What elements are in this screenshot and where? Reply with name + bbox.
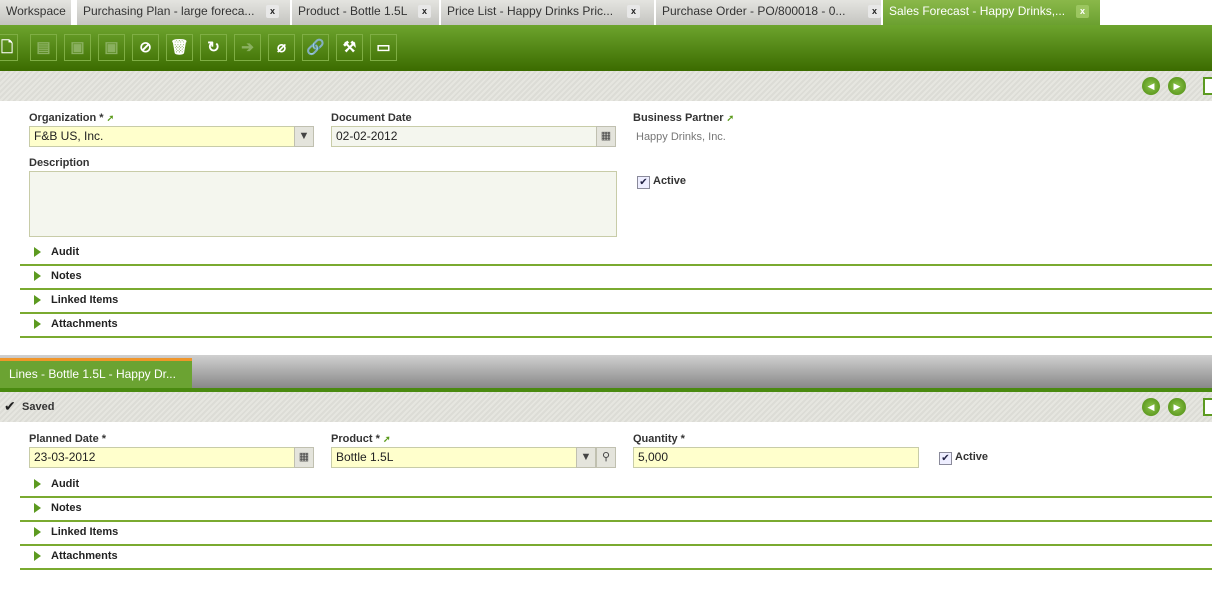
lines-status-bar: ✔ Saved ◀ ▶ [0,392,1212,422]
link-icon: ➚ [726,113,735,123]
close-icon[interactable]: x [418,5,431,18]
layout-icon[interactable]: ▭ [370,34,397,61]
organization-field[interactable]: F&B US, Inc. [29,126,295,147]
tab-label: Purchasing Plan - large foreca... [83,4,255,18]
product-field[interactable]: Bottle 1.5L [331,447,577,468]
section-notes[interactable]: Notes [20,498,1212,522]
tab-label: Sales Forecast - Happy Drinks,... [889,4,1066,18]
settings-icon[interactable]: ⚒ [336,34,363,61]
close-icon[interactable]: x [1076,5,1089,18]
tab-lines[interactable]: Lines - Bottle 1.5L - Happy Dr... [0,358,192,388]
expand-icon [34,247,41,257]
business-partner-label: Business Partner ➚ [633,112,735,124]
tab-sales-forecast[interactable]: Sales Forecast - Happy Drinks,... x [883,0,1101,25]
expand-icon [34,527,41,537]
active-label: Active [653,175,687,187]
child-tab-bar: Lines - Bottle 1.5L - Happy Dr... [0,355,1212,388]
save-icon[interactable]: ▣ [64,34,91,61]
save-close-icon[interactable]: ▣ [98,34,125,61]
previous-record-icon[interactable]: ◀ [1142,77,1160,95]
section-audit[interactable]: Audit [20,474,1212,498]
active-checkbox[interactable]: ✔ [939,452,952,465]
organization-label: Organization * ➚ [29,112,115,124]
link-icon: ➚ [382,434,391,444]
section-linked-items[interactable]: Linked Items [20,522,1212,546]
description-field[interactable] [29,171,617,237]
section-notes[interactable]: Notes [20,266,1212,290]
quantity-label: Quantity * [633,433,685,445]
section-linked-items[interactable]: Linked Items [20,290,1212,314]
tab-purchasing-plan[interactable]: Purchasing Plan - large foreca... x [77,0,291,25]
expand-icon [34,319,41,329]
calendar-icon[interactable]: ▦ [596,126,616,147]
expand-icon [34,551,41,561]
next-record-icon[interactable]: ▶ [1168,77,1186,95]
maximize-icon[interactable] [1203,77,1212,95]
expand-icon [34,479,41,489]
link-icon[interactable]: 🔗 [302,34,329,61]
business-partner-value: Happy Drinks, Inc. [636,131,726,143]
export-icon[interactable]: ➔ [234,34,261,61]
new-row-icon[interactable]: ▤ [30,34,57,61]
attachment-icon[interactable]: ⌀ [268,34,295,61]
document-date-field[interactable]: 02-02-2012 [331,126,597,147]
tab-bar: Workspace Purchasing Plan - large foreca… [0,0,1212,25]
section-attachments[interactable]: Attachments [20,546,1212,570]
undo-icon[interactable]: ⊘ [132,34,159,61]
tab-label: Price List - Happy Drinks Pric... [447,4,614,18]
saved-status: Saved [22,401,55,413]
expand-icon [34,271,41,281]
product-label: Product * ➚ [331,433,391,445]
quantity-field[interactable]: 5,000 [633,447,919,468]
dropdown-chevron-icon[interactable]: ▼ [294,126,314,147]
link-icon: ➚ [106,113,115,123]
next-record-icon[interactable]: ▶ [1168,398,1186,416]
expand-icon [34,295,41,305]
checkmark-icon: ✔ [4,398,16,414]
tab-workspace[interactable]: Workspace [0,0,72,25]
planned-date-field[interactable]: 23-03-2012 [29,447,295,468]
previous-record-icon[interactable]: ◀ [1142,398,1160,416]
description-label: Description [29,157,90,169]
toolbar: 🗋 ▤ ▣ ▣ ⊘ 🗑 ↻ ➔ ⌀ 🔗 ⚒ ▭ [0,25,1212,71]
tab-product[interactable]: Product - Bottle 1.5L x [292,0,440,25]
active-label: Active [955,451,989,463]
refresh-icon[interactable]: ↻ [200,34,227,61]
expand-icon [34,503,41,513]
delete-icon[interactable]: 🗑 [166,34,193,61]
close-icon[interactable]: x [266,5,279,18]
active-checkbox[interactable]: ✔ [637,176,650,189]
calendar-icon[interactable]: ▦ [294,447,314,468]
section-audit[interactable]: Audit [20,242,1212,266]
close-icon[interactable]: x [868,5,881,18]
section-attachments[interactable]: Attachments [20,314,1212,338]
tab-label: Product - Bottle 1.5L [298,4,408,18]
close-icon[interactable]: x [627,5,640,18]
tab-label: Workspace [6,4,66,18]
document-date-label: Document Date [331,112,412,124]
maximize-icon[interactable] [1203,398,1212,416]
planned-date-label: Planned Date * [29,433,107,445]
new-document-icon[interactable]: 🗋 [0,34,18,61]
tab-purchase-order[interactable]: Purchase Order - PO/800018 - 0... x [656,0,882,25]
search-icon[interactable]: ⚲ [596,447,616,468]
tab-label: Purchase Order - PO/800018 - 0... [662,4,846,18]
dropdown-chevron-icon[interactable]: ▼ [576,447,596,468]
tab-price-list[interactable]: Price List - Happy Drinks Pric... x [441,0,655,25]
header-status-bar: ◀ ▶ [0,71,1212,101]
